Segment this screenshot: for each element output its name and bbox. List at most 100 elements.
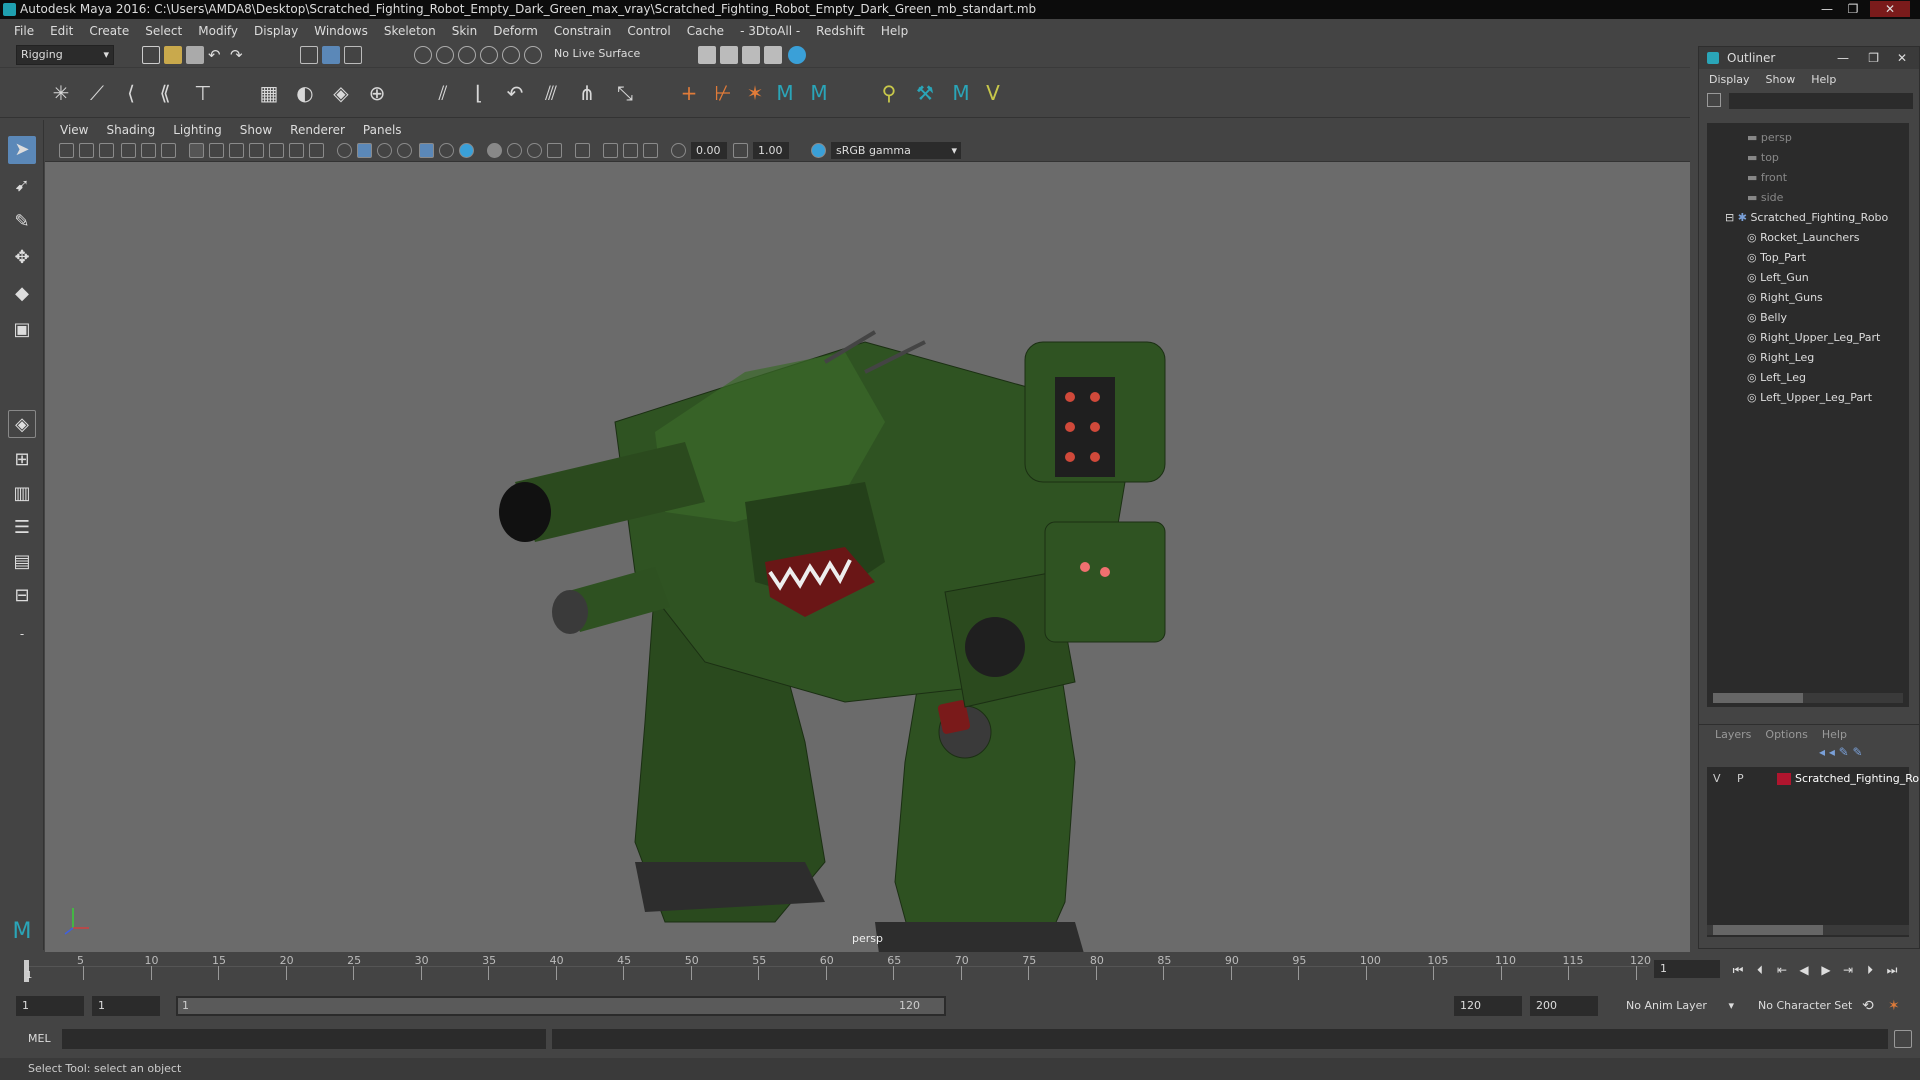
- gamma-icon[interactable]: [733, 143, 748, 158]
- smooth-shade-icon[interactable]: [357, 143, 372, 158]
- bind-skin-icon[interactable]: ⫽: [430, 80, 456, 106]
- layer-action-icons[interactable]: ◂ ◂ ✎ ✎: [1819, 745, 1863, 759]
- snap-surface-icon[interactable]: [502, 46, 520, 64]
- film-gate-icon[interactable]: [209, 143, 224, 158]
- viewport-menu-shading[interactable]: Shading: [97, 123, 164, 137]
- menu-skin[interactable]: Skin: [444, 24, 486, 38]
- scale-tool-icon[interactable]: ▣: [8, 316, 36, 344]
- camera-attributes-icon[interactable]: [79, 143, 94, 158]
- layer-menu-help[interactable]: Help: [1822, 728, 1847, 741]
- filter-icon[interactable]: [1707, 93, 1721, 107]
- xray-icon[interactable]: [603, 143, 618, 158]
- resolution-gate-icon[interactable]: [229, 143, 244, 158]
- safe-title-icon[interactable]: [309, 143, 324, 158]
- orient-constraint-icon[interactable]: ⊬: [710, 80, 736, 106]
- step-forward-frame-icon[interactable]: ⏵: [1862, 962, 1878, 978]
- outliner-item-child[interactable]: ◎ Left_Gun: [1747, 269, 1809, 287]
- hik-character-icon[interactable]: M: [806, 80, 832, 106]
- step-back-key-icon[interactable]: ⇤: [1774, 962, 1790, 978]
- menu-help[interactable]: Help: [873, 24, 916, 38]
- current-frame-field[interactable]: 1: [1654, 960, 1720, 978]
- paint-weights-icon[interactable]: ⌊: [466, 80, 492, 106]
- outliner-menu-help[interactable]: Help: [1811, 73, 1836, 86]
- playback-start-field[interactable]: 1: [92, 996, 160, 1016]
- outliner-menu-show[interactable]: Show: [1766, 73, 1796, 86]
- select-object-icon[interactable]: [322, 46, 340, 64]
- snap-live-icon[interactable]: [524, 46, 542, 64]
- move-tool-icon[interactable]: ✥: [8, 244, 36, 272]
- rotate-tool-icon[interactable]: ◆: [8, 280, 36, 308]
- wrap-icon[interactable]: ◈: [328, 80, 354, 106]
- view-transform-dropdown[interactable]: sRGB gamma ▾: [831, 142, 961, 159]
- select-tool-icon[interactable]: ➤: [8, 136, 36, 164]
- viewport-3d[interactable]: persp: [45, 162, 1690, 952]
- outliner-item-child[interactable]: ◎ Right_Upper_Leg_Part: [1747, 329, 1880, 347]
- depth-of-field-icon[interactable]: [547, 143, 562, 158]
- snap-curve-icon[interactable]: [436, 46, 454, 64]
- go-to-end-icon[interactable]: ⏭: [1884, 962, 1900, 978]
- viewport-menu-view[interactable]: View: [51, 123, 97, 137]
- menu-cache[interactable]: Cache: [679, 24, 732, 38]
- animation-start-field[interactable]: 1: [16, 996, 84, 1016]
- two-d-pan-icon[interactable]: [141, 143, 156, 158]
- menu-edit[interactable]: Edit: [42, 24, 81, 38]
- shadows-icon[interactable]: [459, 143, 474, 158]
- default-material-icon[interactable]: [377, 143, 392, 158]
- maximize-icon[interactable]: ❐: [1868, 47, 1879, 69]
- go-to-start-icon[interactable]: ⏮: [1730, 962, 1746, 978]
- auto-key-icon[interactable]: ⟲: [1862, 997, 1880, 1015]
- restore-icon[interactable]: ❐: [1842, 1, 1864, 17]
- close-icon[interactable]: ✕: [1870, 1, 1910, 17]
- menu-modify[interactable]: Modify: [190, 24, 246, 38]
- exposure-field[interactable]: 0.00: [691, 142, 727, 159]
- gate-mask-icon[interactable]: [249, 143, 264, 158]
- bookmark-icon[interactable]: [99, 143, 114, 158]
- field-chart-icon[interactable]: [269, 143, 284, 158]
- undo-icon[interactable]: ↶: [208, 46, 226, 64]
- layer-playback-toggle[interactable]: P: [1737, 769, 1744, 789]
- outliner-menu-display[interactable]: Display: [1709, 73, 1750, 86]
- step-forward-key-icon[interactable]: ⇥: [1840, 962, 1856, 978]
- outliner-item-child[interactable]: ◎ Right_Guns: [1747, 289, 1823, 307]
- outliner-search-input[interactable]: [1729, 93, 1913, 109]
- graph-layout-icon[interactable]: ▤: [8, 548, 36, 576]
- grease-pencil-icon[interactable]: [161, 143, 176, 158]
- outliner-item-child[interactable]: ◎ Right_Leg: [1747, 349, 1814, 367]
- close-icon[interactable]: ✕: [1897, 47, 1907, 69]
- command-language-label[interactable]: MEL: [28, 1032, 51, 1045]
- textured-icon[interactable]: [419, 143, 434, 158]
- select-hierarchy-icon[interactable]: [300, 46, 318, 64]
- time-slider[interactable]: 1 5 10 15 20 25 30 35 40 45 50 55 60 65 70 75 80 85 90 95 1…: [0, 952, 1720, 988]
- ambient-occlusion-icon[interactable]: [487, 143, 502, 158]
- layer-h-scrollbar[interactable]: [1707, 925, 1909, 935]
- layer-color-swatch[interactable]: [1777, 773, 1791, 785]
- mocap-icon[interactable]: M: [948, 80, 974, 106]
- outliner-item-top[interactable]: ▬ top: [1747, 149, 1779, 167]
- layer-row[interactable]: V P Scratched_Fighting_Ro: [1707, 769, 1919, 789]
- script-editor-icon[interactable]: [1894, 1030, 1912, 1048]
- use-all-lights-icon[interactable]: [439, 143, 454, 158]
- menu-skeleton[interactable]: Skeleton: [376, 24, 444, 38]
- outliner-item-root[interactable]: ⊟ ✱ Scratched_Fighting_Robo: [1725, 209, 1888, 227]
- menu-redshift[interactable]: Redshift: [808, 24, 873, 38]
- two-pane-layout-icon[interactable]: ▥: [8, 480, 36, 508]
- menu-control[interactable]: Control: [619, 24, 678, 38]
- collapse-icon[interactable]: ⊟: [1725, 211, 1738, 224]
- layer-visibility-toggle[interactable]: V: [1713, 769, 1721, 789]
- outliner-list[interactable]: ▬ persp ▬ top ▬ front ▬ side ⊟ ✱ Scratch…: [1707, 123, 1909, 707]
- menu-deform[interactable]: Deform: [485, 24, 546, 38]
- outliner-item-child[interactable]: ◎ Rocket_Launchers: [1747, 229, 1859, 247]
- motion-blur-icon[interactable]: [507, 143, 522, 158]
- xray-joints-icon[interactable]: [623, 143, 638, 158]
- four-view-layout-icon[interactable]: ⊞: [8, 446, 36, 474]
- smooth-bind-icon[interactable]: ↶: [502, 80, 528, 106]
- select-component-icon[interactable]: [344, 46, 362, 64]
- multisample-aa-icon[interactable]: [527, 143, 542, 158]
- redshift-render-icon[interactable]: [788, 46, 806, 64]
- quick-rig-icon[interactable]: ⚒: [912, 80, 938, 106]
- lattice-icon[interactable]: ▦: [256, 80, 282, 106]
- render-current-icon[interactable]: [698, 46, 716, 64]
- save-scene-icon[interactable]: [186, 46, 204, 64]
- outliner-item-child[interactable]: ◎ Left_Leg: [1747, 369, 1806, 387]
- menu-file[interactable]: File: [6, 24, 42, 38]
